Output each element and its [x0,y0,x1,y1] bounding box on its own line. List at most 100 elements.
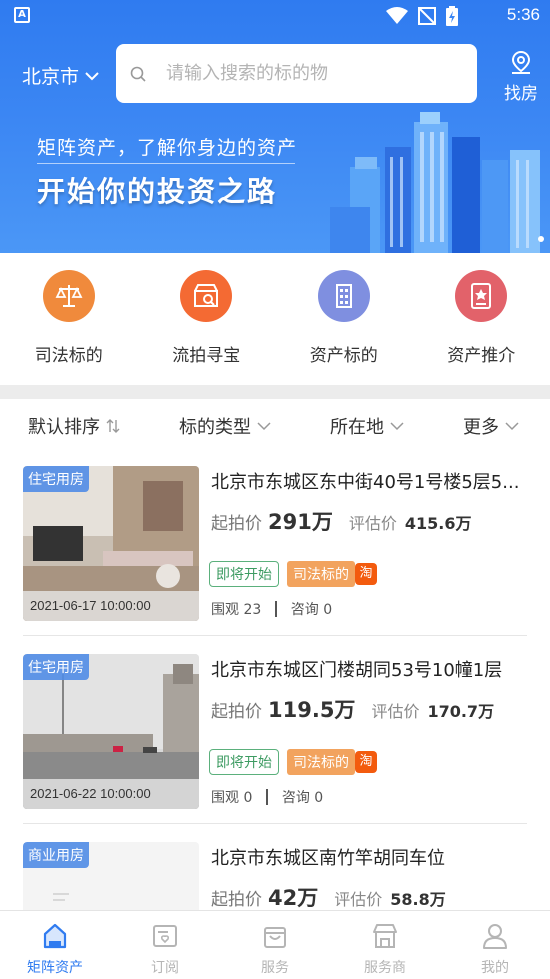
chevron-down-icon [505,421,519,430]
start-price: 42万 [268,886,319,910]
badge-row: 即将开始 司法标的 淘 [209,561,377,587]
eval-price: 415.6万 [404,514,472,533]
listing-meta: 围观 0 咨询 0 [211,787,323,807]
sort-label: 默认排序 [28,417,100,438]
shop-search-icon [180,270,233,322]
status-bar: A 5:36 [0,0,550,32]
type-badge: 司法标的 [287,561,355,587]
map-pin-icon [511,50,531,74]
store-icon [373,924,397,948]
views-count: 围观 23 [211,602,262,618]
start-price-label: 起拍价 [211,514,262,534]
category-judicial[interactable]: 司法标的 [0,253,138,385]
home-icon [43,923,67,949]
start-price: 291万 [268,510,333,534]
service-bag-icon [264,927,286,948]
chevron-down-icon [390,421,404,430]
wifi-icon [386,7,408,24]
type-badge: 司法标的 [287,749,355,775]
nav-provider[interactable]: 服务商 [330,911,440,979]
more-label: 更多 [463,417,499,438]
category-auction-treasure[interactable]: 流拍寻宝 [138,253,276,385]
certificate-icon [455,270,508,322]
views-count: 围观 0 [211,790,253,806]
banner-divider [37,163,295,164]
listing-photo: 商业用房 [23,842,199,910]
auction-time: 2021-06-22 10:00:00 [23,779,199,809]
building-icon [317,270,370,322]
location-label: 所在地 [330,417,384,438]
app-notification-icon: A [14,7,30,23]
no-signal-icon [418,7,436,25]
category-label: 司法标的 [34,346,103,366]
price-row: 起拍价 119.5万 评估价 170.7万 [211,694,494,724]
nav-label: 服务 [261,960,289,976]
city-selector[interactable]: 北京市 [22,62,99,89]
listing-photo: 住宅用房 2021-06-17 10:00:00 [23,466,199,621]
find-house-label: 找房 [504,84,538,104]
property-type-tag: 商业用房 [23,842,89,868]
city-label: 北京市 [22,66,80,88]
eval-price: 58.8万 [390,890,446,909]
price-row: 起拍价 42万 评估价 58.8万 [211,882,446,910]
eval-price: 170.7万 [427,702,495,721]
search-box[interactable] [116,44,477,103]
inquiries-count: 咨询 0 [281,790,324,806]
subscribe-icon [153,925,177,947]
chevron-down-icon [85,71,99,80]
category-label: 流拍寻宝 [172,346,241,366]
search-input[interactable] [166,63,456,84]
type-filter[interactable]: 标的类型 [179,413,271,439]
location-filter[interactable]: 所在地 [330,413,404,439]
listing-meta: 围观 23 咨询 0 [211,599,332,619]
status-icons [386,6,458,26]
section-divider [0,385,550,399]
sort-filter[interactable]: 默认排序 [28,413,120,439]
meta-separator [275,601,277,617]
listing-divider [23,635,527,636]
category-label: 资产标的 [309,346,378,366]
meta-separator [266,789,268,805]
status-badge: 即将开始 [209,561,279,587]
scales-icon [42,270,95,322]
find-house-button[interactable]: 找房 [496,50,546,104]
nav-mine[interactable]: 我的 [440,911,550,979]
listing-title: 北京市东城区东中街40号1号楼5层5... [211,472,520,493]
carousel-indicator [538,236,544,242]
nav-service[interactable]: 服务 [220,911,330,979]
category-promotion[interactable]: 资产推介 [413,253,550,385]
listing-title: 北京市东城区南竹竿胡同车位 [211,848,445,869]
listing-divider [23,823,527,824]
sort-arrows-icon [106,419,120,433]
filter-bar: 默认排序 标的类型 所在地 更多 [0,399,550,451]
start-price-label: 起拍价 [211,702,262,722]
property-type-tag: 住宅用房 [23,466,89,492]
taobao-icon: 淘 [355,751,377,773]
category-asset[interactable]: 资产标的 [275,253,413,385]
taobao-icon: 淘 [355,563,377,585]
eval-price-label: 评估价 [348,514,397,533]
clock: 5:36 [506,5,540,24]
listing-card[interactable]: 住宅用房 2021-06-17 10:00:00 北京市东城区东中街40号1号楼… [23,466,527,621]
nav-label: 矩阵资产 [27,960,83,976]
header-banner: A 5:36 北京市 找房 矩阵资产，了解你身边的资产 开始你的投资之路 [0,0,550,253]
more-filter[interactable]: 更多 [463,413,519,439]
listing-photo: 住宅用房 2021-06-22 10:00:00 [23,654,199,809]
badge-row: 即将开始 司法标的 淘 [209,749,377,775]
nav-label: 我的 [481,960,509,976]
property-type-tag: 住宅用房 [23,654,89,680]
chevron-down-icon [257,421,271,430]
category-label: 资产推介 [447,346,516,366]
nav-subscribe[interactable]: 订阅 [110,911,220,979]
eval-price-label: 评估价 [371,702,420,721]
banner-subtitle: 矩阵资产，了解你身边的资产 [37,137,298,159]
listing-card[interactable]: 住宅用房 2021-06-22 10:00:00 北京市东城区门楼胡同53号10… [23,654,527,809]
banner-title: 开始你的投资之路 [37,175,278,208]
nav-home[interactable]: 矩阵资产 [0,911,110,979]
type-label: 标的类型 [179,417,251,438]
listing-card[interactable]: 商业用房 北京市东城区南竹竿胡同车位 起拍价 42万 评估价 58.8万 [23,842,527,910]
price-row: 起拍价 291万 评估价 415.6万 [211,506,471,536]
user-icon [483,924,507,949]
city-skyline-illustration [330,112,540,253]
status-badge: 即将开始 [209,749,279,775]
